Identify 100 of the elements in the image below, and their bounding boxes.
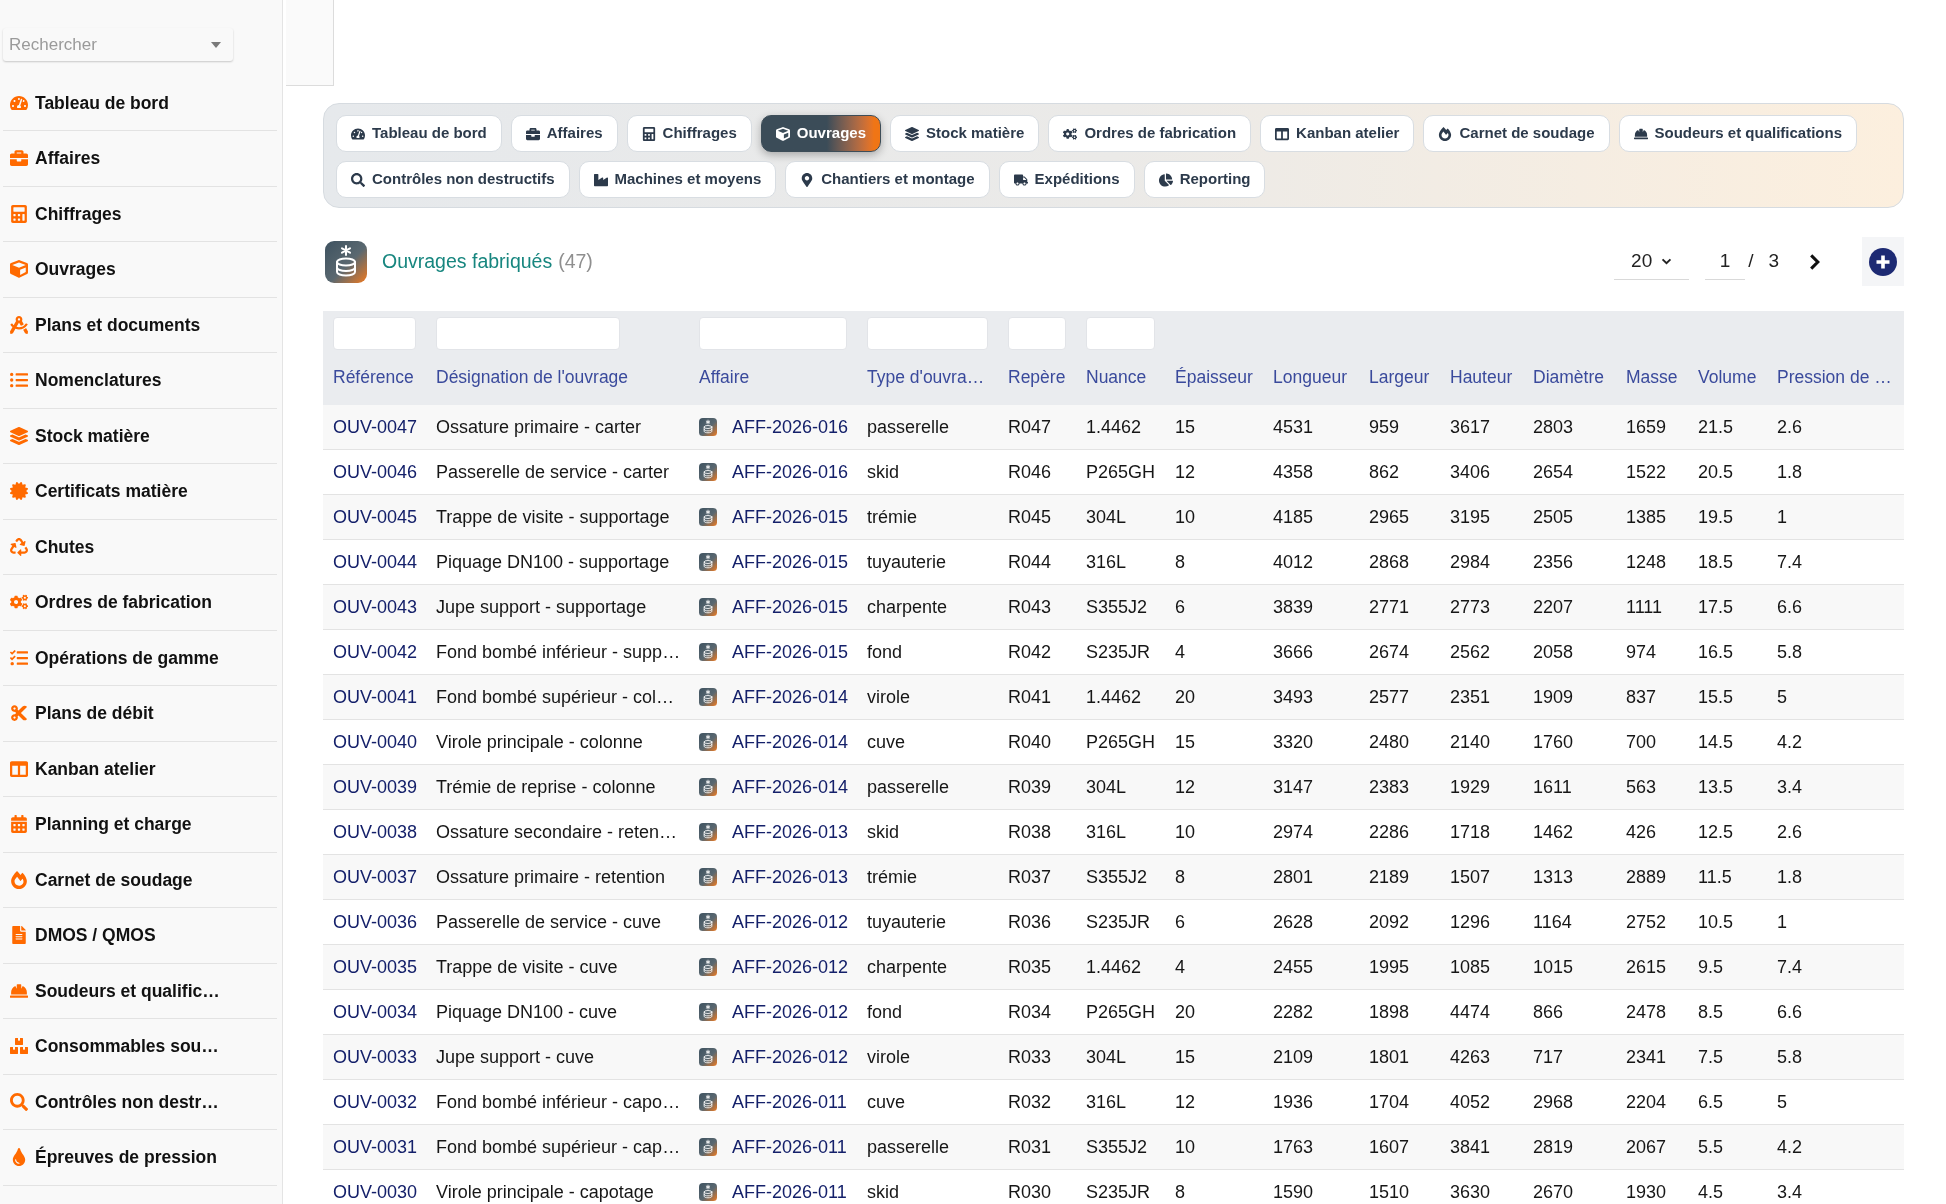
mass-value: 2204 — [1626, 1090, 1667, 1114]
affaire-link[interactable]: AFF-2026-015 — [732, 503, 849, 531]
column-header[interactable]: Diamètre — [1533, 364, 1604, 391]
tab[interactable]: Ordres de fabrication — [1048, 115, 1252, 152]
affaire-link[interactable]: AFF-2026-014 — [732, 728, 849, 756]
affaire-link[interactable]: AFF-2026-016 — [732, 458, 849, 486]
sidebar-item[interactable]: Kanban atelier — [3, 741, 277, 797]
search-field[interactable]: Rechercher — [3, 28, 233, 61]
reference-link[interactable]: OUV-0040 — [333, 728, 418, 756]
tab[interactable]: Reporting — [1143, 161, 1266, 198]
sidebar-item[interactable]: Affaires — [3, 131, 277, 187]
reference-link[interactable]: OUV-0042 — [333, 638, 418, 666]
column-header[interactable]: Longueur — [1273, 364, 1347, 391]
tab[interactable]: Soudeurs et qualifications — [1618, 115, 1858, 152]
filter-field[interactable] — [1008, 317, 1066, 350]
mass-value: 1111 — [1626, 595, 1663, 619]
affaire-link[interactable]: AFF-2026-012 — [732, 998, 849, 1026]
sidebar-item[interactable]: Contrôles non destr… — [3, 1074, 277, 1130]
tab[interactable]: Affaires — [510, 115, 618, 152]
tab[interactable]: Stock matière — [890, 115, 1040, 152]
column-header[interactable]: Repère — [1008, 364, 1066, 391]
affaire-link[interactable]: AFF-2026-011 — [732, 1088, 847, 1116]
sidebar-item[interactable]: Carnet de soudage — [3, 852, 277, 908]
reference-link[interactable]: OUV-0032 — [333, 1088, 418, 1116]
width-value: 2868 — [1369, 550, 1410, 574]
reference-link[interactable]: OUV-0030 — [333, 1178, 418, 1204]
column-header[interactable]: Hauteur — [1450, 364, 1513, 391]
sidebar-item[interactable]: Planning et charge — [3, 797, 277, 853]
column-header[interactable]: Référence — [333, 364, 414, 391]
affaire-link[interactable]: AFF-2026-014 — [732, 773, 849, 801]
reference-link[interactable]: OUV-0034 — [333, 998, 418, 1026]
designation-text: Ossature secondaire - reten… — [436, 820, 678, 844]
sidebar-item[interactable]: Soudeurs et qualific… — [3, 963, 277, 1019]
affaire-link[interactable]: AFF-2026-015 — [732, 638, 849, 666]
sidebar-item[interactable]: Épreuves de pression — [3, 1130, 277, 1186]
filter-field[interactable] — [1086, 317, 1155, 350]
sidebar-item[interactable]: Plans et documents — [3, 297, 277, 353]
list-icon — [10, 371, 28, 390]
affaire-link[interactable]: AFF-2026-011 — [732, 1178, 847, 1204]
sidebar-item[interactable]: Plans de débit — [3, 686, 277, 742]
add-button[interactable] — [1862, 237, 1904, 286]
affaire-link[interactable]: AFF-2026-015 — [732, 593, 849, 621]
reference-link[interactable]: OUV-0031 — [333, 1133, 418, 1161]
column-header[interactable]: Masse — [1626, 364, 1678, 391]
column-header[interactable]: Nuance — [1086, 364, 1147, 391]
reference-link[interactable]: OUV-0047 — [333, 413, 418, 441]
column-header[interactable]: Désignation de l'ouvrage — [436, 364, 629, 391]
reference-link[interactable]: OUV-0036 — [333, 908, 418, 936]
affaire-link[interactable]: AFF-2026-013 — [732, 863, 849, 891]
sidebar-item[interactable]: Consommables sou… — [3, 1019, 277, 1075]
reference-link[interactable]: OUV-0037 — [333, 863, 418, 891]
column-header[interactable]: Affaire — [699, 364, 750, 391]
tab[interactable]: Chantiers et montage — [785, 161, 990, 198]
reference-link[interactable]: OUV-0044 — [333, 548, 418, 576]
reference-link[interactable]: OUV-0041 — [333, 683, 418, 711]
reference-link[interactable]: OUV-0043 — [333, 593, 418, 621]
sidebar-item[interactable]: Chutes — [3, 519, 277, 575]
affaire-link[interactable]: AFF-2026-012 — [732, 1043, 849, 1071]
tab[interactable]: Machines et moyens — [578, 161, 777, 198]
sidebar-item[interactable]: Ordres de fabrication — [3, 575, 277, 631]
tab[interactable]: Contrôles non destructifs — [336, 161, 570, 198]
calendar-icon — [10, 815, 28, 834]
filter-field[interactable] — [436, 317, 620, 350]
sidebar-item[interactable]: DMOS / QMOS — [3, 908, 277, 964]
affaire-link[interactable]: AFF-2026-014 — [732, 683, 849, 711]
column-header[interactable]: Épaisseur — [1175, 364, 1253, 391]
affaire-link[interactable]: AFF-2026-016 — [732, 413, 849, 441]
mass-value: 563 — [1626, 775, 1657, 799]
reference-link[interactable]: OUV-0039 — [333, 773, 418, 801]
tab[interactable]: Expéditions — [998, 161, 1135, 198]
sidebar-item[interactable]: Ouvrages — [3, 242, 277, 298]
sidebar-item[interactable]: Certificats matière — [3, 464, 277, 520]
reference-link[interactable]: OUV-0033 — [333, 1043, 418, 1071]
page-size-select[interactable]: 20 — [1614, 243, 1690, 280]
sidebar-item[interactable]: Tableau de bord — [3, 75, 277, 131]
affaire-link[interactable]: AFF-2026-015 — [732, 548, 849, 576]
column-header[interactable]: Pression de … — [1777, 364, 1892, 391]
affaire-link[interactable]: AFF-2026-013 — [732, 818, 849, 846]
sidebar-item[interactable]: Opérations de gamme — [3, 630, 277, 686]
reference-link[interactable]: OUV-0035 — [333, 953, 418, 981]
tab[interactable]: Kanban atelier — [1260, 115, 1415, 152]
filter-field[interactable] — [867, 317, 988, 350]
sidebar-item[interactable]: Nomenclatures — [3, 353, 277, 409]
tab[interactable]: Chiffrages — [626, 115, 752, 152]
tab[interactable]: Carnet de soudage — [1423, 115, 1610, 152]
filter-field[interactable] — [699, 317, 847, 350]
reference-link[interactable]: OUV-0046 — [333, 458, 418, 486]
column-header[interactable]: Volume — [1698, 364, 1757, 391]
reference-link[interactable]: OUV-0038 — [333, 818, 418, 846]
reference-link[interactable]: OUV-0045 — [333, 503, 418, 531]
affaire-link[interactable]: AFF-2026-011 — [732, 1133, 847, 1161]
column-header[interactable]: Type d'ouvra… — [867, 364, 985, 391]
sidebar-item[interactable]: Stock matière — [3, 408, 277, 464]
tab[interactable]: Tableau de bord — [336, 115, 502, 152]
page-field[interactable]: 1 — [1705, 243, 1746, 280]
affaire-link[interactable]: AFF-2026-012 — [732, 908, 849, 936]
column-header[interactable]: Largeur — [1369, 364, 1430, 391]
affaire-link[interactable]: AFF-2026-012 — [732, 953, 849, 981]
filter-field[interactable] — [333, 317, 416, 350]
sidebar-item[interactable]: Chiffrages — [3, 186, 277, 242]
